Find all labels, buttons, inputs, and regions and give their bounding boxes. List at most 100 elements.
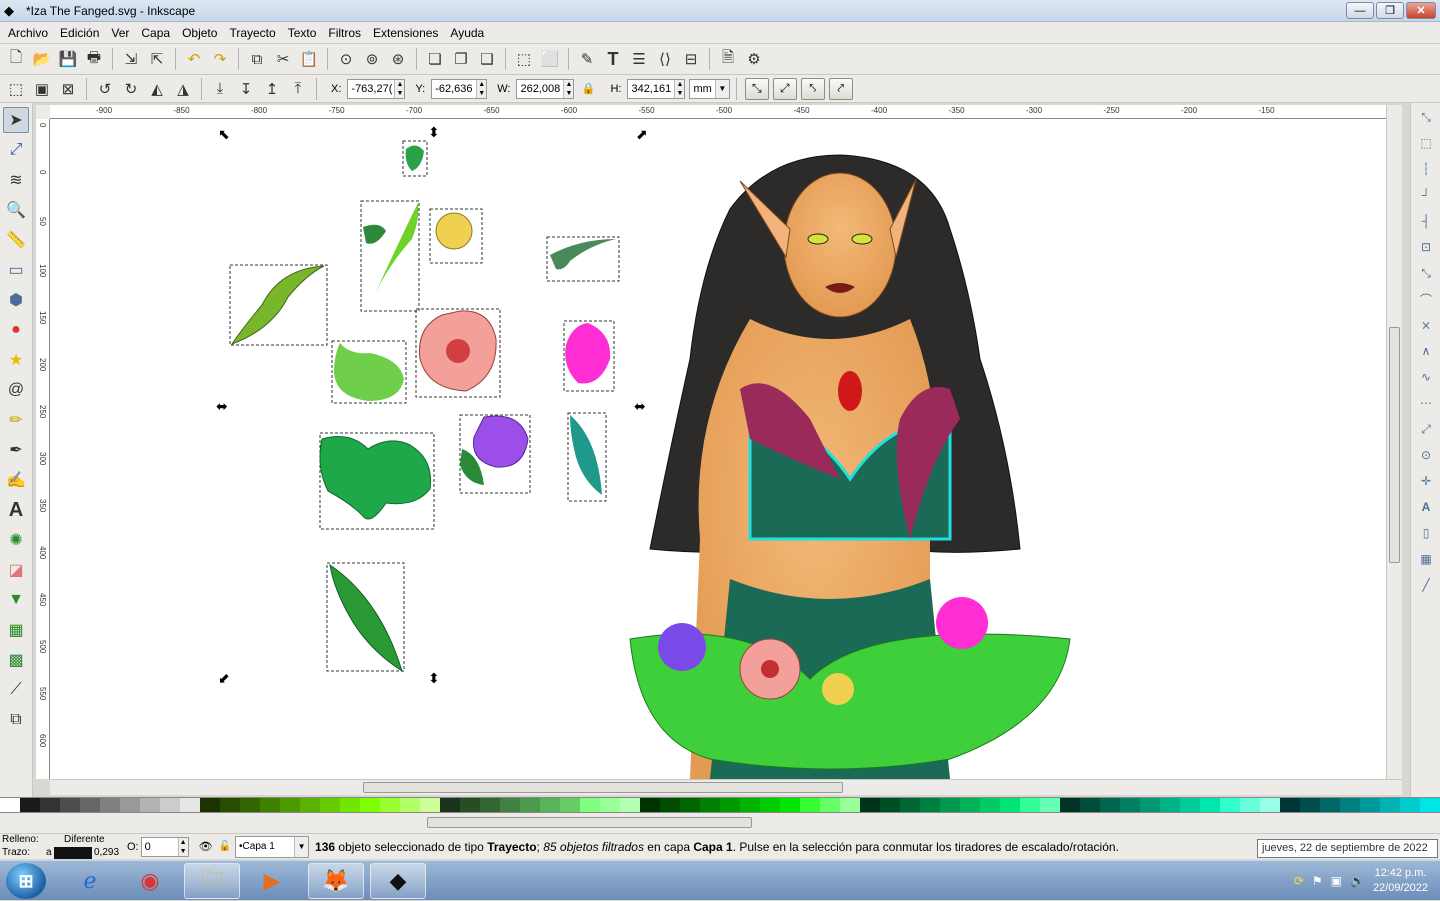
palette-swatch[interactable] [860, 798, 880, 812]
stroke-width[interactable]: 0,293 [94, 847, 119, 858]
y-spinbox[interactable]: -62,636 ▲ ▼ [431, 78, 488, 99]
mesh-tool-icon[interactable]: ▩ [3, 647, 29, 673]
spin-arrows-icon[interactable]: ▲ ▼ [674, 79, 685, 98]
palette-swatch[interactable] [780, 798, 800, 812]
layer-select[interactable]: •Capa 1 ▼ [235, 835, 310, 858]
vertical-scrollbar[interactable] [1386, 105, 1402, 779]
palette-swatch[interactable] [1080, 798, 1100, 812]
document-properties-icon[interactable]: 🗎 [716, 47, 740, 71]
lower-bottom-icon[interactable]: ⤓ [208, 77, 232, 101]
spiral-tool-icon[interactable]: @ [3, 377, 29, 403]
scale-handle-nw[interactable]: ⬉ [218, 127, 230, 143]
palette-swatch[interactable] [940, 798, 960, 812]
long-leaf-green[interactable] [329, 563, 403, 673]
snap-bbox-corner-icon[interactable]: ┘ [1414, 183, 1438, 207]
eraser-tool-icon[interactable]: ◪ [3, 557, 29, 583]
open-folder-icon[interactable]: 📂 [30, 47, 54, 71]
inkscape-taskbar-icon[interactable]: ◆ [370, 863, 426, 899]
snap-page-icon[interactable]: ▯ [1414, 521, 1438, 545]
menu-ayuda[interactable]: Ayuda [444, 26, 490, 40]
palette-swatch[interactable] [380, 798, 400, 812]
file-explorer-icon[interactable]: 🗀 [184, 863, 240, 899]
stroke-swatch[interactable] [54, 846, 92, 859]
fill-stroke-icon[interactable]: ✎ [575, 47, 599, 71]
ellipse-tool-icon[interactable]: ● [3, 317, 29, 343]
align-distribute-icon[interactable]: ⊟ [679, 47, 703, 71]
zoom-drawing-icon[interactable]: ⊚ [360, 47, 384, 71]
layers-icon[interactable]: ☰ [627, 47, 651, 71]
palette-swatch[interactable] [1120, 798, 1140, 812]
snap-bbox-edge-icon[interactable]: ┆ [1414, 157, 1438, 181]
selector-tool-icon[interactable]: ➤ [3, 107, 29, 133]
palette-swatch[interactable] [1160, 798, 1180, 812]
x-spinbox[interactable]: -763,27(▲ ▼ [347, 78, 406, 99]
flip-horizontal-icon[interactable]: ◭ [145, 77, 169, 101]
w-value[interactable]: 262,008 [517, 83, 563, 95]
palette-swatch[interactable] [540, 798, 560, 812]
snap-center-icon[interactable]: ⊙ [1414, 443, 1438, 467]
spin-arrows-icon[interactable]: ▲ ▼ [394, 79, 405, 98]
star-tool-icon[interactable]: ★ [3, 347, 29, 373]
select-all-layers-icon[interactable]: ▣ [30, 77, 54, 101]
snap-nodes-icon[interactable]: ⤡ [1414, 261, 1438, 285]
text-font-icon[interactable]: T [601, 47, 625, 71]
palette-swatch[interactable] [800, 798, 820, 812]
palette-swatch[interactable] [340, 798, 360, 812]
dropper-tool-icon[interactable]: ⟋ [3, 677, 29, 703]
chrome-icon[interactable]: ◉ [122, 863, 178, 899]
palette-swatch[interactable] [300, 798, 320, 812]
palette-swatch[interactable] [520, 798, 540, 812]
menu-trayecto[interactable]: Trayecto [223, 26, 281, 40]
yellow-flower[interactable] [435, 212, 473, 250]
snap-bbox-center-icon[interactable]: ⊡ [1414, 235, 1438, 259]
rectangle-tool-icon[interactable]: ▭ [3, 257, 29, 283]
connector-tool-icon[interactable]: ⧉ [3, 707, 29, 733]
palette-swatch[interactable] [640, 798, 660, 812]
deselect-icon[interactable]: ⊠ [56, 77, 80, 101]
palette-swatch[interactable] [680, 798, 700, 812]
scale-corners-toggle[interactable]: ⤢ [772, 77, 797, 100]
sprig-leaf[interactable] [550, 239, 616, 270]
palette-swatch[interactable] [400, 798, 420, 812]
menu-edicion[interactable]: Edición [54, 26, 105, 40]
snap-smooth-icon[interactable]: ∿ [1414, 365, 1438, 389]
palette-swatch[interactable] [0, 798, 20, 812]
menu-archivo[interactable]: Archivo [2, 26, 54, 40]
measure-tool-icon[interactable]: 📏 [3, 227, 29, 253]
palette-swatch[interactable] [1400, 798, 1420, 812]
small-leaf[interactable] [405, 145, 424, 171]
menu-texto[interactable]: Texto [282, 26, 323, 40]
xml-editor-icon[interactable]: ⟨⟩ [653, 47, 677, 71]
palette-swatch[interactable] [700, 798, 720, 812]
palette-swatch[interactable] [1340, 798, 1360, 812]
palette-swatch[interactable] [980, 798, 1000, 812]
menu-objeto[interactable]: Objeto [176, 26, 223, 40]
snap-grid-icon[interactable]: ▦ [1414, 547, 1438, 571]
palette-swatch[interactable] [140, 798, 160, 812]
action-center-flag-icon[interactable]: ⚑ [1312, 874, 1323, 888]
scale-handle-e[interactable]: ⬌ [634, 399, 646, 415]
palette-swatch[interactable] [80, 798, 100, 812]
drawing-canvas[interactable]: ⬉ ⬍ ⬈ ⬌ ⬌ ⬋ ⬍ [50, 119, 1386, 779]
palette-swatch[interactable] [420, 798, 440, 812]
snap-intersection-icon[interactable]: ⨯ [1414, 313, 1438, 337]
palette-swatch[interactable] [740, 798, 760, 812]
network-icon[interactable]: ▣ [1331, 874, 1342, 888]
pen-tool-icon[interactable]: ✒ [3, 437, 29, 463]
new-document-icon[interactable]: 🗋 [4, 47, 28, 71]
y-value[interactable]: -62,636 [432, 83, 476, 95]
palette-swatch[interactable] [1060, 798, 1080, 812]
preferences-icon[interactable]: ⚙ [742, 47, 766, 71]
tweak-tool-icon[interactable]: ≋ [3, 167, 29, 193]
pencil-tool-icon[interactable]: ✏ [3, 407, 29, 433]
curl-leaf[interactable] [363, 224, 386, 244]
lock-icon[interactable]: 🔒 [576, 77, 600, 101]
lower-icon[interactable]: ↧ [234, 77, 258, 101]
select-all-icon[interactable]: ⬚ [4, 77, 28, 101]
scale-handle-sw[interactable]: ⬋ [218, 671, 230, 687]
snap-rotation-center-icon[interactable]: ✛ [1414, 469, 1438, 493]
palette-swatch[interactable] [160, 798, 180, 812]
scale-stroke-toggle[interactable]: ⤡ [744, 77, 769, 100]
palette-swatch[interactable] [900, 798, 920, 812]
palette-swatch[interactable] [1020, 798, 1040, 812]
